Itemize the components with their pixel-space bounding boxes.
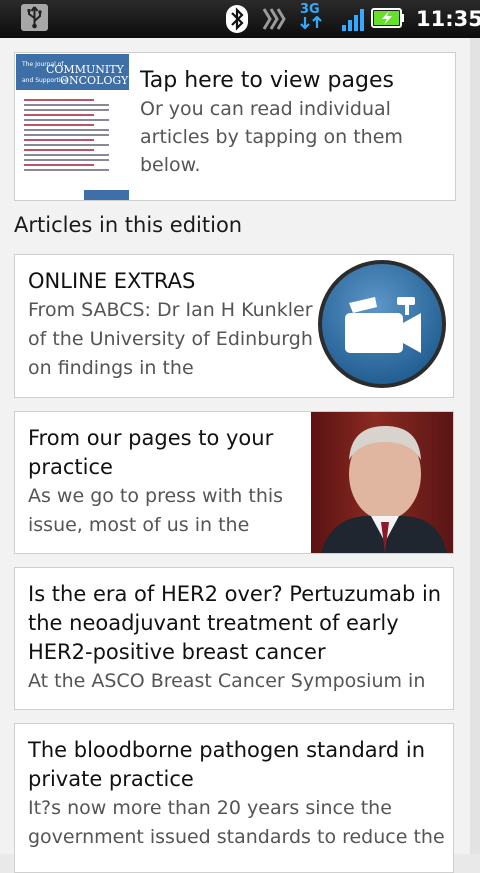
article-excerpt: It?s now more than 20 years since the go… bbox=[28, 797, 445, 848]
network-type-indicator: 3G bbox=[300, 3, 324, 33]
status-bar: 3G 11:35 bbox=[0, 0, 480, 38]
cover-contents bbox=[24, 96, 124, 174]
usb-icon bbox=[21, 4, 48, 31]
battery-charging-icon bbox=[371, 8, 405, 28]
cover-text: Tap here to view pages Or you can read i… bbox=[140, 67, 440, 179]
article-title: ONLINE EXTRAS bbox=[28, 269, 196, 293]
cover-footer bbox=[84, 190, 129, 200]
article-title: From our pages to your practice bbox=[28, 426, 274, 479]
journal-cover-image: The Journal of COMMUNITY and Supportive … bbox=[16, 54, 129, 200]
view-pages-card[interactable]: The Journal of COMMUNITY and Supportive … bbox=[14, 52, 456, 201]
view-pages-subtitle: Or you can read individual articles by t… bbox=[140, 98, 403, 176]
article-card[interactable]: The bloodborne pathogen standard in priv… bbox=[14, 723, 454, 873]
cover-name2: ONCOLOGY bbox=[60, 74, 129, 87]
signal-strength-icon bbox=[341, 8, 365, 32]
article-excerpt: At the ASCO Breast Cancer Symposium in bbox=[28, 670, 426, 692]
article-card[interactable]: Is the era of HER2 over? Pertuzumab in t… bbox=[14, 567, 454, 710]
clock: 11:35 bbox=[416, 7, 480, 31]
article-card[interactable]: From our pages to your practice As we go… bbox=[14, 411, 454, 554]
network-type-label: 3G bbox=[300, 2, 320, 17]
article-title: Is the era of HER2 over? Pertuzumab in t… bbox=[28, 582, 442, 664]
bluetooth-icon bbox=[226, 5, 248, 33]
article-excerpt: From SABCS: Dr Ian H Kunkler of the Univ… bbox=[28, 299, 313, 379]
data-activity-icon bbox=[262, 7, 288, 31]
article-title: The bloodborne pathogen standard in priv… bbox=[28, 738, 426, 791]
author-photo bbox=[311, 412, 453, 553]
section-title: Articles in this edition bbox=[14, 213, 243, 237]
article-excerpt: As we go to press with this issue, most … bbox=[28, 485, 284, 536]
scrollbar[interactable] bbox=[470, 38, 480, 854]
article-card[interactable]: ONLINE EXTRAS From SABCS: Dr Ian H Kunkl… bbox=[14, 254, 454, 398]
view-pages-title: Tap here to view pages bbox=[140, 68, 394, 93]
cover-masthead: The Journal of COMMUNITY and Supportive … bbox=[16, 54, 129, 90]
video-camera-icon bbox=[315, 257, 449, 391]
